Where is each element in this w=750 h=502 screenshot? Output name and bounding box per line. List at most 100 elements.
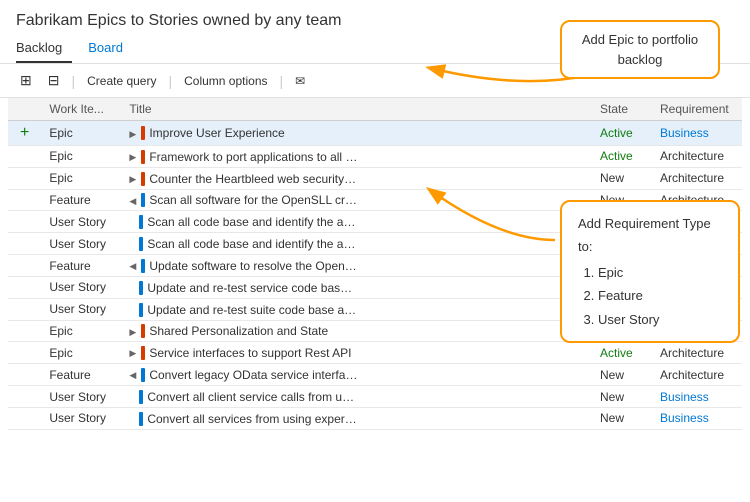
separator-1: |: [71, 73, 75, 89]
expand-icon[interactable]: ▶: [129, 348, 139, 359]
title-text: Counter the Heartbleed web security bug: [149, 172, 359, 186]
col-state[interactable]: State: [592, 98, 652, 121]
mail-button[interactable]: ✉: [291, 72, 309, 90]
title-cell[interactable]: Scan all code base and identify the affe…: [121, 233, 592, 255]
title-cell[interactable]: ▶ Counter the Heartbleed web security bug: [121, 167, 592, 189]
table-row[interactable]: Epic ▶ Counter the Heartbleed web security…: [8, 167, 742, 189]
expand-all-button[interactable]: ⊞: [16, 70, 36, 91]
annotation-right-title: Add Requirement Type to:: [578, 212, 722, 259]
annotation-right-list: Epic Feature User Story: [578, 261, 722, 331]
work-type-cell: User Story: [41, 407, 121, 429]
col-workitem[interactable]: Work Ite...: [41, 98, 121, 121]
collapse-all-icon: ⊟: [48, 72, 60, 89]
work-type-cell: User Story: [41, 386, 121, 408]
requirement-cell: Architecture: [652, 167, 742, 189]
title-cell[interactable]: ▶ Framework to port applications to all d…: [121, 146, 592, 168]
state-cell: New: [592, 386, 652, 408]
state-cell: Active: [592, 146, 652, 168]
title-cell[interactable]: Convert all client service calls from us…: [121, 386, 592, 408]
color-bar: [139, 215, 143, 229]
color-bar: [141, 193, 145, 207]
color-bar: [139, 281, 143, 295]
expand-icon[interactable]: ▶: [129, 174, 139, 185]
create-query-button[interactable]: Create query: [83, 72, 160, 90]
add-item-button[interactable]: +: [16, 124, 33, 142]
work-type-cell: Feature: [41, 255, 121, 277]
title-text: Scan all code base and identify the affe…: [147, 237, 357, 251]
title-cell[interactable]: ▶ Shared Personalization and State: [121, 320, 592, 342]
annotation-right: Add Requirement Type to: Epic Feature Us…: [560, 200, 740, 343]
title-cell[interactable]: Update and re-test service code base af.…: [121, 276, 592, 298]
expand-icon[interactable]: ◀: [129, 261, 139, 272]
annotation-item-1: Epic: [598, 261, 722, 284]
requirement-cell: Architecture: [652, 364, 742, 386]
requirement-cell: Business: [652, 386, 742, 408]
title-text: Convert all client service calls from us…: [147, 390, 357, 404]
title-text: Update software to resolve the OpenSLL c…: [149, 259, 359, 273]
collapse-all-button[interactable]: ⊟: [44, 70, 64, 91]
work-type-cell: Epic: [41, 320, 121, 342]
col-title[interactable]: Title: [121, 98, 592, 121]
color-bar: [141, 324, 145, 338]
expand-icon[interactable]: ◀: [129, 196, 139, 207]
annotation-item-2: Feature: [598, 284, 722, 307]
title-cell[interactable]: Convert all services from using experim.…: [121, 407, 592, 429]
work-type-cell: User Story: [41, 211, 121, 233]
annotation-top-text: Add Epic to portfolio backlog: [582, 32, 698, 67]
color-bar: [141, 368, 145, 382]
table-row[interactable]: User Story Convert all services from usin…: [8, 407, 742, 429]
state-cell: Active: [592, 121, 652, 146]
work-type-cell: User Story: [41, 276, 121, 298]
table-row[interactable]: Epic ▶ Framework to port applications to a…: [8, 146, 742, 168]
separator-3: |: [280, 73, 284, 89]
color-bar: [141, 150, 145, 164]
tab-board[interactable]: Board: [88, 36, 133, 63]
work-type-cell: Epic: [41, 121, 121, 146]
title-text: Shared Personalization and State: [149, 324, 328, 338]
requirement-cell: Business: [652, 121, 742, 146]
work-type-cell: Epic: [41, 167, 121, 189]
expand-all-icon: ⊞: [20, 72, 32, 89]
requirement-cell: Architecture: [652, 146, 742, 168]
mail-icon: ✉: [295, 74, 305, 88]
title-cell[interactable]: ▶Service interfaces to support Rest API: [121, 342, 592, 364]
state-cell: Active: [592, 342, 652, 364]
create-query-label: Create query: [87, 74, 156, 88]
color-bar: [139, 237, 143, 251]
requirement-cell: Architecture: [652, 342, 742, 364]
state-cell: New: [592, 167, 652, 189]
title-text: Update and re-test suite code base affe.…: [147, 303, 357, 317]
title-text: Convert legacy OData service interfaces …: [149, 368, 359, 382]
title-text: Update and re-test service code base af.…: [147, 281, 357, 295]
work-type-cell: Feature: [41, 364, 121, 386]
title-text: Framework to port applications to all de…: [149, 150, 359, 164]
title-text: Convert all services from using experim.…: [147, 412, 357, 426]
work-type-cell: User Story: [41, 298, 121, 320]
table-row[interactable]: Epic▶Service interfaces to support Rest …: [8, 342, 742, 364]
title-cell[interactable]: ◀ Convert legacy OData service interfaces…: [121, 364, 592, 386]
title-text: Scan all code base and identify the affe…: [147, 215, 357, 229]
color-bar: [139, 390, 143, 404]
table-row[interactable]: Feature ◀ Convert legacy OData service int…: [8, 364, 742, 386]
title-text: Scan all software for the OpenSLL crypto…: [149, 193, 359, 207]
table-row[interactable]: User Story Convert all client service cal…: [8, 386, 742, 408]
table-row[interactable]: + Epic▶Improve User ExperienceActiveBusin…: [8, 121, 742, 146]
annotation-item-3: User Story: [598, 308, 722, 331]
title-cell[interactable]: ▶Improve User Experience: [121, 121, 592, 146]
expand-icon[interactable]: ▶: [129, 152, 139, 163]
expand-icon[interactable]: ▶: [129, 327, 139, 338]
expand-icon[interactable]: ◀: [129, 370, 139, 381]
work-type-cell: Epic: [41, 146, 121, 168]
column-options-button[interactable]: Column options: [180, 72, 271, 90]
color-bar: [139, 412, 143, 426]
col-add: [8, 98, 41, 121]
title-cell[interactable]: ◀ Scan all software for the OpenSLL crypt…: [121, 189, 592, 211]
title-cell[interactable]: Update and re-test suite code base affe.…: [121, 298, 592, 320]
title-cell[interactable]: Scan all code base and identify the affe…: [121, 211, 592, 233]
table-header-row: Work Ite... Title State Requirement: [8, 98, 742, 121]
tab-backlog[interactable]: Backlog: [16, 36, 72, 63]
title-cell[interactable]: ◀ Update software to resolve the OpenSLL …: [121, 255, 592, 277]
color-bar: [141, 172, 145, 186]
col-requirement[interactable]: Requirement: [652, 98, 742, 121]
expand-icon[interactable]: ▶: [129, 129, 139, 140]
